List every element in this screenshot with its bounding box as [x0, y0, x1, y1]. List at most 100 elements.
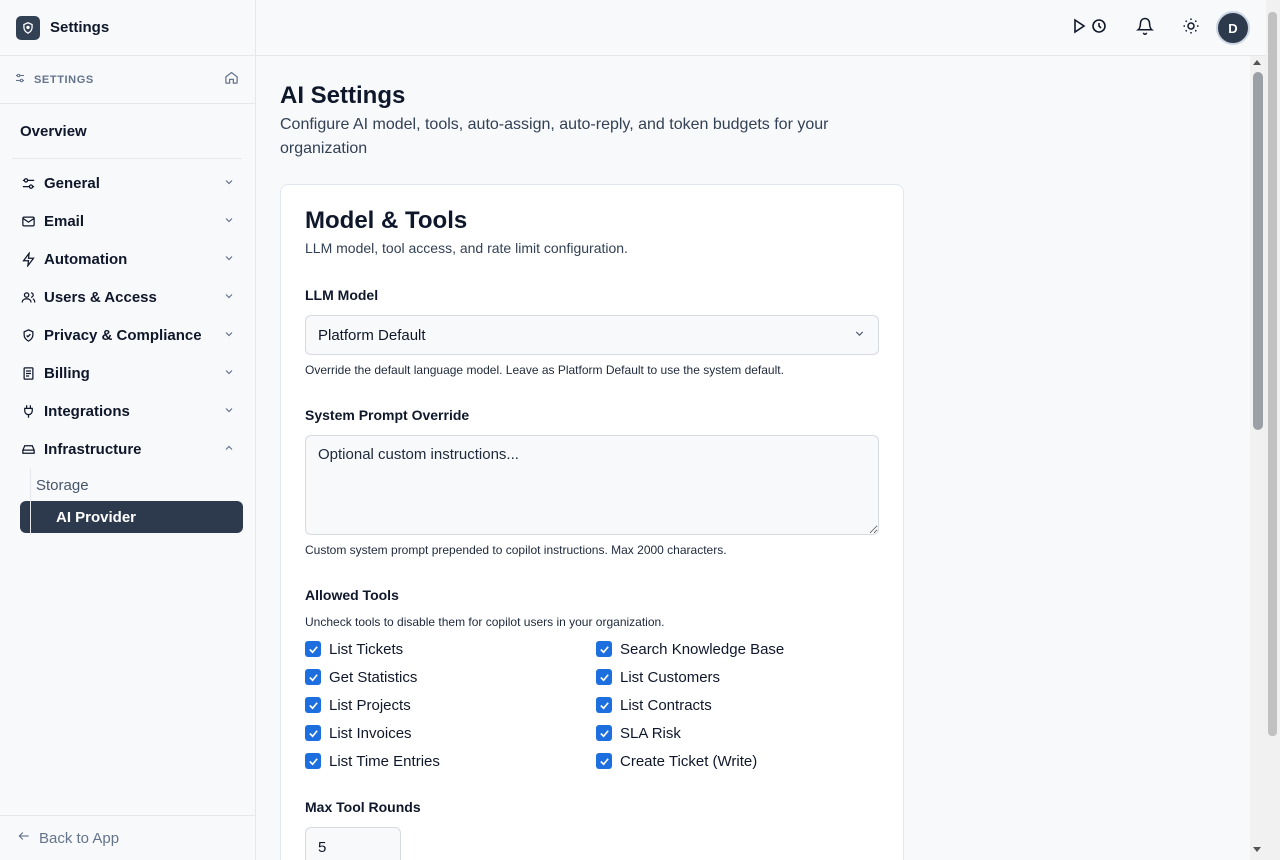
main-content: AI Settings Configure AI model, tools, a… — [256, 56, 1250, 860]
back-to-app-label: Back to App — [39, 829, 120, 847]
sidebar-item-billing[interactable]: Billing — [0, 354, 255, 392]
tool-checkbox-list-invoices[interactable]: List Invoices — [305, 723, 596, 743]
chevron-down-icon — [223, 365, 235, 382]
sliders-icon — [20, 175, 36, 191]
sidebar-item-label: Billing — [44, 364, 90, 382]
sidebar-item-label: Users & Access — [44, 288, 157, 306]
window-scrollbar-thumb[interactable] — [1268, 12, 1277, 736]
notifications-button[interactable] — [1128, 12, 1162, 44]
brand-header: Settings — [0, 0, 255, 56]
back-to-app-link[interactable]: Back to App — [0, 815, 255, 860]
llm-model-value: Platform Default — [318, 326, 426, 344]
shield-check-icon — [20, 327, 36, 343]
llm-model-select[interactable]: Platform Default — [305, 315, 879, 355]
sidebar-item-storage[interactable]: Storage — [0, 469, 255, 501]
sidebar-item-automation[interactable]: Automation — [0, 240, 255, 278]
chevron-up-icon — [223, 441, 235, 458]
sidebar-item-label: Infrastructure — [44, 440, 142, 458]
play-timer-button[interactable] — [1070, 12, 1110, 44]
bell-icon — [1135, 17, 1155, 40]
tool-checkbox-list-projects[interactable]: List Projects — [305, 695, 596, 715]
user-avatar[interactable]: D — [1216, 11, 1250, 45]
scroll-up-arrow-icon[interactable] — [1253, 60, 1261, 65]
sliders-small-icon — [14, 71, 26, 89]
sun-icon — [1182, 17, 1200, 40]
max-tool-rounds-input[interactable]: 5 — [305, 827, 401, 860]
checkbox-checked-icon[interactable] — [305, 641, 321, 657]
tool-label: List Time Entries — [329, 752, 440, 770]
sidebar-item-email[interactable]: Email — [0, 202, 255, 240]
chevron-down-icon — [223, 251, 235, 268]
zap-icon — [20, 251, 36, 267]
checkbox-checked-icon[interactable] — [596, 725, 612, 741]
sidebar-item-users-access[interactable]: Users & Access — [0, 278, 255, 316]
main-scrollbar-thumb[interactable] — [1253, 72, 1263, 430]
settings-section-label: SETTINGS — [34, 73, 94, 86]
page-description: Configure AI model, tools, auto-assign, … — [280, 116, 829, 157]
system-prompt-textarea[interactable] — [305, 435, 879, 535]
arrow-left-icon — [17, 829, 31, 847]
tool-checkbox-search-knowledge-base[interactable]: Search Knowledge Base — [596, 639, 885, 659]
llm-model-label: LLM Model — [305, 287, 379, 303]
sidebar-item-ai-provider[interactable]: AI Provider — [20, 501, 243, 533]
tool-label: Create Ticket (Write) — [620, 752, 758, 770]
chevron-down-icon — [223, 213, 235, 230]
sidebar: Settings SETTINGS Overview General Email… — [0, 0, 256, 860]
sidebar-item-label: Email — [44, 212, 85, 230]
sidebar-nav: General Email Automation Users & Access … — [0, 159, 255, 535]
chevron-down-icon — [223, 327, 235, 344]
tool-label: List Contracts — [620, 696, 712, 714]
tool-checkbox-get-statistics[interactable]: Get Statistics — [305, 667, 596, 687]
checkbox-checked-icon[interactable] — [596, 753, 612, 769]
topbar: D — [256, 0, 1280, 56]
allowed-tools-label: Allowed Tools — [305, 587, 399, 603]
sidebar-item-privacy-compliance[interactable]: Privacy & Compliance — [0, 316, 255, 354]
card-title: Model & Tools — [305, 207, 468, 234]
model-tools-card: Model & Tools LLM model, tool access, an… — [280, 184, 904, 860]
shield-logo-icon — [16, 15, 40, 40]
tool-label: List Customers — [620, 668, 721, 686]
infrastructure-subnav: Storage AI Provider — [20, 468, 255, 535]
system-prompt-label: System Prompt Override — [305, 407, 470, 423]
tool-checkbox-list-customers[interactable]: List Customers — [596, 667, 885, 687]
tool-label: Get Statistics — [329, 668, 418, 686]
tool-checkbox-list-tickets[interactable]: List Tickets — [305, 639, 596, 659]
allowed-tools-grid: List Tickets Search Knowledge Base Get S… — [305, 639, 885, 771]
checkbox-checked-icon[interactable] — [596, 641, 612, 657]
sidebar-item-infrastructure[interactable]: Infrastructure — [0, 430, 255, 468]
sidebar-item-label: Automation — [44, 250, 128, 268]
scroll-down-arrow-icon[interactable] — [1253, 847, 1261, 852]
users-icon — [20, 289, 36, 305]
allowed-tools-help: Uncheck tools to disable them for copilo… — [305, 615, 665, 629]
tool-checkbox-sla-risk[interactable]: SLA Risk — [596, 723, 885, 743]
mail-icon — [20, 213, 36, 229]
sidebar-item-label: Integrations — [44, 402, 130, 420]
chevron-down-icon — [223, 289, 235, 306]
theme-toggle-button[interactable] — [1174, 12, 1208, 44]
sidebar-item-integrations[interactable]: Integrations — [0, 392, 255, 430]
sidebar-item-overview[interactable]: Overview — [0, 104, 255, 158]
tool-checkbox-list-time-entries[interactable]: List Time Entries — [305, 751, 596, 771]
checkbox-checked-icon[interactable] — [305, 669, 321, 685]
tool-checkbox-list-contracts[interactable]: List Contracts — [596, 695, 885, 715]
settings-section-header: SETTINGS — [0, 56, 255, 104]
card-description: LLM model, tool access, and rate limit c… — [305, 240, 628, 256]
tool-label: List Invoices — [329, 724, 412, 742]
sidebar-item-label: General — [44, 174, 100, 192]
checkbox-checked-icon[interactable] — [596, 669, 612, 685]
llm-model-help: Override the default language model. Lea… — [305, 363, 784, 377]
sidebar-item-general[interactable]: General — [0, 164, 255, 202]
tool-label: Search Knowledge Base — [620, 640, 785, 658]
checkbox-checked-icon[interactable] — [596, 697, 612, 713]
home-icon[interactable] — [224, 70, 239, 90]
tool-checkbox-create-ticket[interactable]: Create Ticket (Write) — [596, 751, 885, 771]
sidebar-item-label: Privacy & Compliance — [44, 326, 202, 344]
play-timer-icon — [1073, 18, 1107, 39]
max-tool-rounds-label: Max Tool Rounds — [305, 799, 421, 815]
checkbox-checked-icon[interactable] — [305, 725, 321, 741]
checkbox-checked-icon[interactable] — [305, 697, 321, 713]
checkbox-checked-icon[interactable] — [305, 753, 321, 769]
chevron-down-icon — [223, 175, 235, 192]
system-prompt-help: Custom system prompt prepended to copilo… — [305, 543, 727, 557]
receipt-icon — [20, 365, 36, 381]
